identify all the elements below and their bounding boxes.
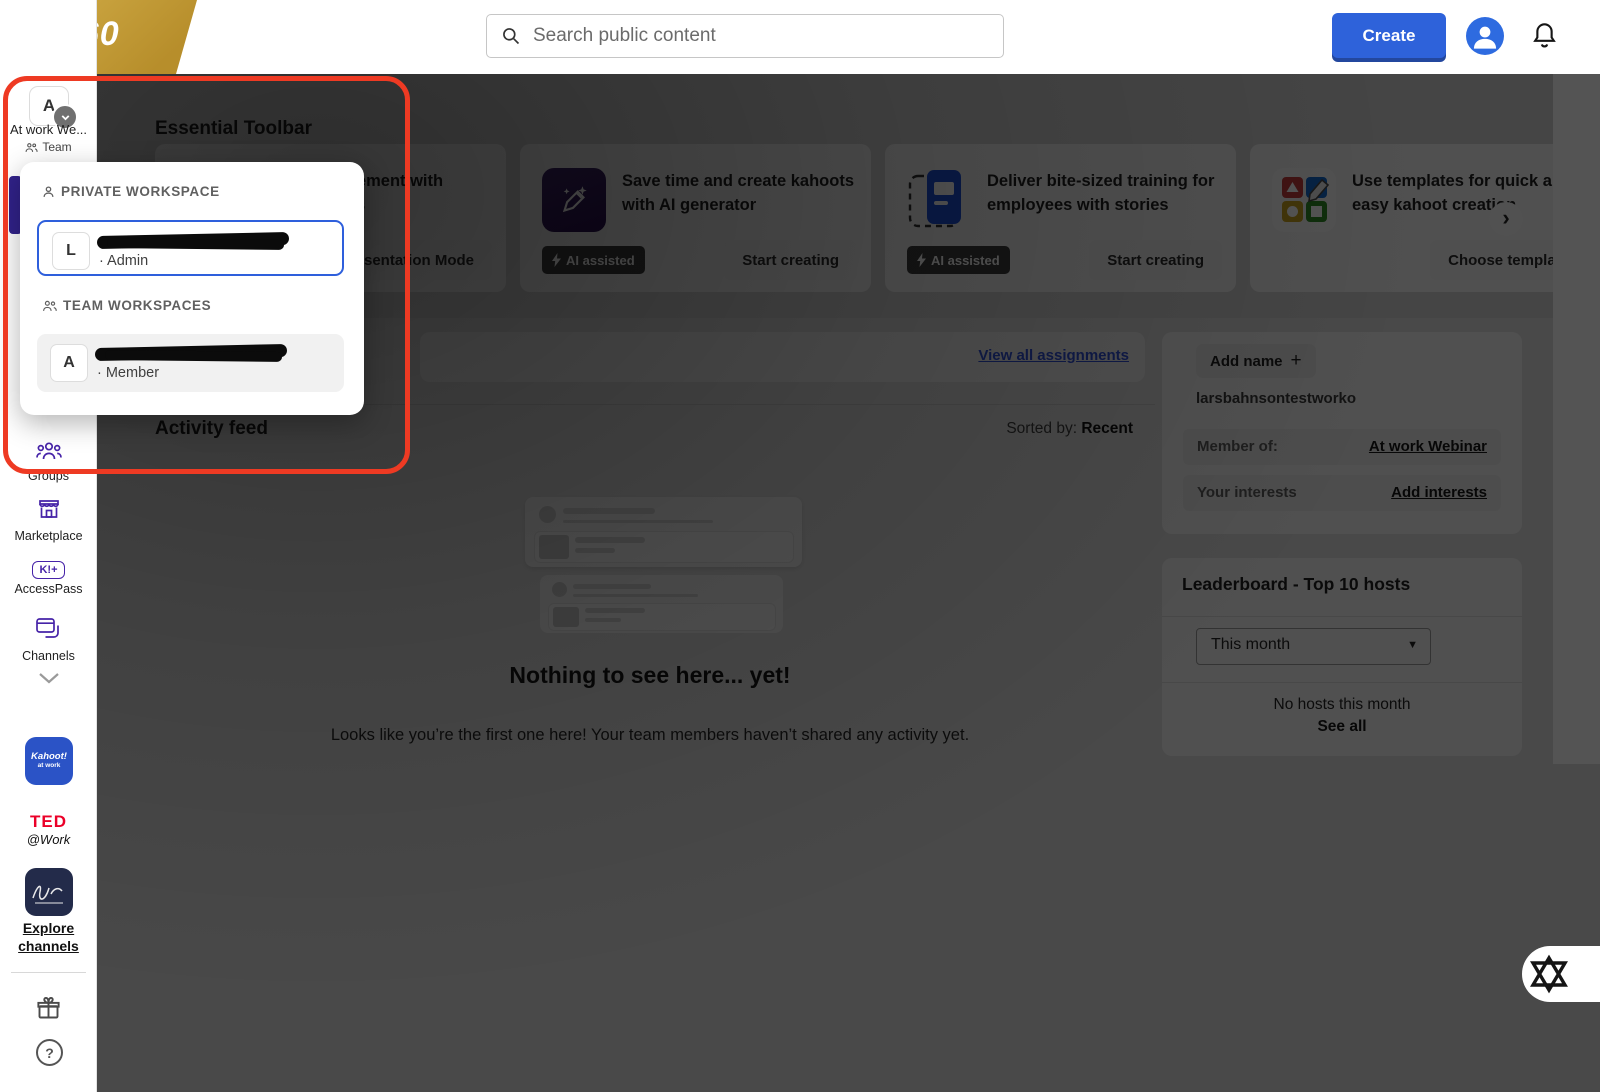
search-box[interactable] bbox=[486, 14, 1004, 58]
sidebar-item-marketplace[interactable]: Marketplace bbox=[0, 497, 97, 543]
accessibility-widget-button[interactable] bbox=[1522, 946, 1600, 1002]
menu-item-private-workspace[interactable]: L · Admin bbox=[37, 220, 344, 276]
people-icon bbox=[42, 299, 57, 313]
chevron-down-icon bbox=[36, 670, 62, 686]
workspace-avatar: A bbox=[50, 344, 88, 382]
page: Essential Toolbar Boost engagement with … bbox=[0, 0, 1600, 1092]
channel-ted-at-work[interactable]: TED @Work bbox=[0, 812, 97, 847]
gift-icon[interactable] bbox=[35, 995, 62, 1027]
team-icon bbox=[25, 142, 38, 153]
search-input[interactable] bbox=[531, 24, 989, 48]
signature-icon bbox=[25, 868, 73, 916]
private-workspace-heading: PRIVATE WORKSPACE bbox=[42, 184, 220, 199]
sidebar-item-channels[interactable]: Channels bbox=[0, 617, 97, 663]
team-workspaces-heading: TEAM WORKSPACES bbox=[42, 298, 211, 313]
sidebar-collapse-chevron[interactable] bbox=[36, 670, 62, 691]
menu-item-team-workspace[interactable]: A · Member bbox=[37, 334, 344, 392]
sidebar-item-groups[interactable]: Groups bbox=[0, 441, 97, 483]
workspace-type: Team bbox=[0, 140, 97, 154]
channel-signature-tile[interactable] bbox=[25, 868, 73, 916]
knot-icon bbox=[1529, 954, 1569, 994]
top-bar: K!360 Create bbox=[0, 0, 1600, 74]
groups-icon bbox=[36, 441, 62, 461]
help-icon[interactable]: ? bbox=[36, 1039, 63, 1066]
channels-icon bbox=[35, 617, 62, 641]
user-avatar[interactable] bbox=[1466, 17, 1504, 55]
search-icon bbox=[501, 26, 521, 46]
redacted-name bbox=[97, 232, 289, 249]
marketplace-icon bbox=[37, 497, 61, 521]
workspace-avatar: L bbox=[52, 232, 90, 270]
sidebar-item-accesspass[interactable]: K!+ AccessPass bbox=[0, 560, 97, 596]
person-icon bbox=[1466, 17, 1504, 55]
explore-channels-link[interactable]: Explore channels bbox=[0, 920, 97, 955]
sidebar-divider bbox=[11, 972, 86, 973]
person-icon bbox=[42, 185, 55, 199]
notifications-bell-icon[interactable] bbox=[1530, 21, 1558, 51]
workspace-switcher-menu: PRIVATE WORKSPACE L · Admin TEAM WORKSPA… bbox=[20, 162, 364, 415]
role-label: · Admin bbox=[99, 253, 148, 269]
redacted-name bbox=[95, 344, 287, 361]
channel-kahoot-at-work[interactable]: Kahoot! at work bbox=[25, 737, 73, 785]
create-button[interactable]: Create bbox=[1332, 13, 1446, 58]
role-label: · Member bbox=[97, 365, 159, 381]
accesspass-icon: K!+ bbox=[32, 561, 64, 579]
workspace-name: At work We... bbox=[0, 122, 97, 137]
